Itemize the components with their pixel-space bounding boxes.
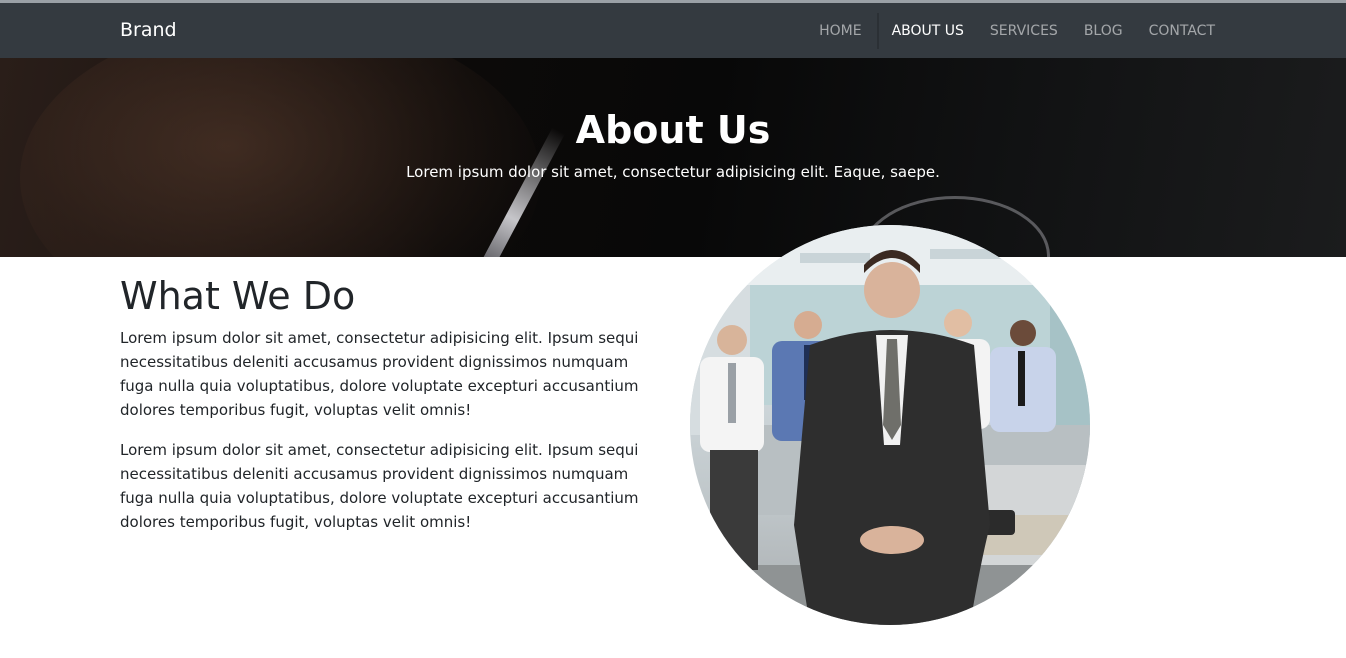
nav-item-contact[interactable]: CONTACT xyxy=(1136,13,1228,49)
brand-link[interactable]: Brand xyxy=(120,3,177,58)
page-title: About Us xyxy=(575,108,771,152)
section-heading: What We Do xyxy=(120,274,356,318)
nav-item-home[interactable]: HOME xyxy=(806,13,874,49)
content-paragraph: Lorem ipsum dolor sit amet, consectetur … xyxy=(120,441,639,531)
nav-menu: HOME ABOUT US SERVICES BLOG CONTACT xyxy=(806,3,1228,58)
team-photo-illustration xyxy=(690,225,1090,625)
team-photo xyxy=(690,225,1090,625)
hero-banner: About Us Lorem ipsum dolor sit amet, con… xyxy=(0,58,1346,257)
nav-item-services[interactable]: SERVICES xyxy=(977,13,1071,49)
navbar: Brand HOME ABOUT US SERVICES BLOG CONTAC… xyxy=(0,3,1346,58)
content-paragraph: Lorem ipsum dolor sit amet, consectetur … xyxy=(120,329,639,419)
nav-item-blog[interactable]: BLOG xyxy=(1071,13,1136,49)
nav-item-about-us[interactable]: ABOUT US xyxy=(876,12,977,49)
page-subtitle: Lorem ipsum dolor sit amet, consectetur … xyxy=(406,163,940,181)
hero-background-shape xyxy=(20,58,540,257)
